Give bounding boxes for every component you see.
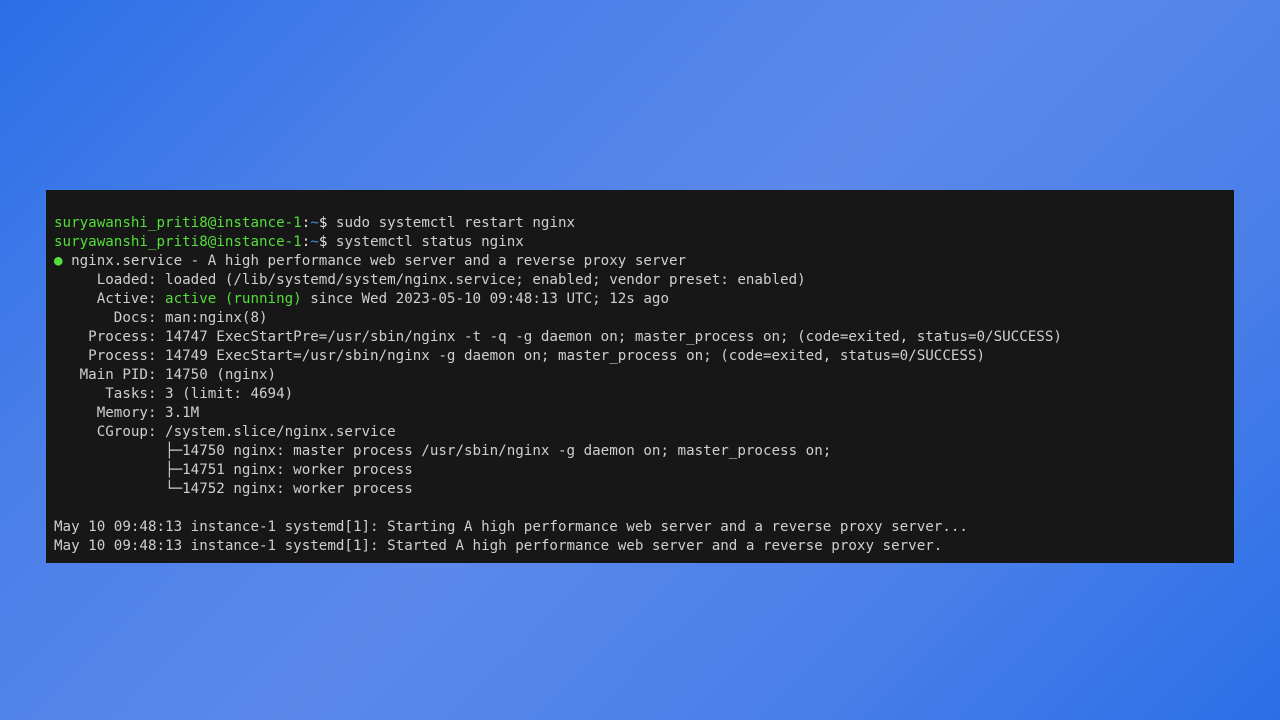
prompt-sep: : bbox=[302, 234, 311, 250]
terminal-window[interactable]: suryawanshi_priti8@instance-1:~$ sudo sy… bbox=[46, 190, 1234, 563]
command-1: sudo systemctl restart nginx bbox=[336, 215, 575, 231]
prompt-cwd: ~ bbox=[310, 215, 319, 231]
status-tasks: Tasks: 3 (limit: 4694) bbox=[54, 386, 293, 402]
prompt-sep: : bbox=[302, 215, 311, 231]
prompt-line-1: suryawanshi_priti8@instance-1:~$ sudo sy… bbox=[54, 215, 575, 231]
status-active-label: Active: bbox=[54, 291, 165, 307]
command-2: systemctl status nginx bbox=[336, 234, 524, 250]
prompt-dollar: $ bbox=[319, 234, 336, 250]
status-header-line: ● nginx.service - A high performance web… bbox=[54, 253, 686, 269]
status-header: nginx.service - A high performance web s… bbox=[63, 253, 687, 269]
status-dot-icon: ● bbox=[54, 253, 63, 269]
status-active-line: Active: active (running) since Wed 2023-… bbox=[54, 291, 669, 307]
cgroup-tree-1: ├─14750 nginx: master process /usr/sbin/… bbox=[54, 443, 831, 459]
prompt-dollar: $ bbox=[319, 215, 336, 231]
cgroup-tree-2: ├─14751 nginx: worker process bbox=[54, 462, 413, 478]
cgroup-tree-3: └─14752 nginx: worker process bbox=[54, 481, 413, 497]
prompt-userhost: suryawanshi_priti8@instance-1 bbox=[54, 215, 302, 231]
status-mainpid: Main PID: 14750 (nginx) bbox=[54, 367, 276, 383]
status-process-1: Process: 14747 ExecStartPre=/usr/sbin/ng… bbox=[54, 329, 1062, 345]
blank-line bbox=[54, 500, 63, 516]
status-active-rest: since Wed 2023-05-10 09:48:13 UTC; 12s a… bbox=[302, 291, 669, 307]
prompt-line-2: suryawanshi_priti8@instance-1:~$ systemc… bbox=[54, 234, 524, 250]
status-active-value: active (running) bbox=[165, 291, 302, 307]
status-process-2: Process: 14749 ExecStart=/usr/sbin/nginx… bbox=[54, 348, 985, 364]
status-loaded: Loaded: loaded (/lib/systemd/system/ngin… bbox=[54, 272, 806, 288]
journal-line-2: May 10 09:48:13 instance-1 systemd[1]: S… bbox=[54, 538, 942, 554]
prompt-cwd: ~ bbox=[310, 234, 319, 250]
prompt-userhost: suryawanshi_priti8@instance-1 bbox=[54, 234, 302, 250]
status-memory: Memory: 3.1M bbox=[54, 405, 199, 421]
status-cgroup: CGroup: /system.slice/nginx.service bbox=[54, 424, 396, 440]
journal-line-1: May 10 09:48:13 instance-1 systemd[1]: S… bbox=[54, 519, 968, 535]
status-docs: Docs: man:nginx(8) bbox=[54, 310, 268, 326]
